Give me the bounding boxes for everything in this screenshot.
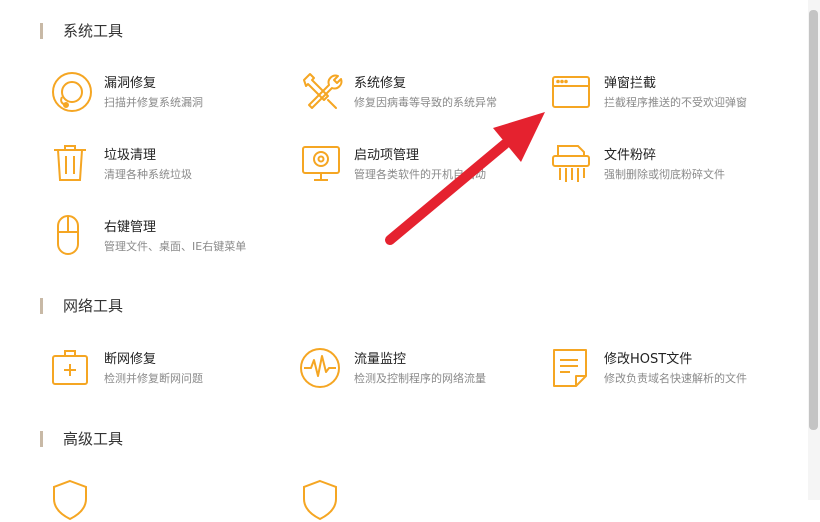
tool-desc: 修复因病毒等导致的系统异常: [354, 96, 497, 109]
tool-desc: 清理各种系统垃圾: [104, 168, 192, 181]
shield-icon: [53, 479, 87, 521]
tool-context-menu[interactable]: 右键管理 管理文件、桌面、IE右键菜单: [50, 214, 290, 258]
tool-name: 漏洞修复: [104, 76, 157, 91]
tool-name: 启动项管理: [354, 148, 420, 163]
tool-name: 右键管理: [104, 220, 157, 235]
tool-desc: 扫描并修复系统漏洞: [104, 96, 203, 109]
section-title-advanced-tools: 高级工具: [40, 429, 123, 449]
tool-name: 垃圾清理: [104, 148, 157, 163]
tool-host-file[interactable]: 修改HOST文件 修改负责域名快速解析的文件: [550, 346, 790, 390]
tool-vulnerability-fix[interactable]: 漏洞修复 扫描并修复系统漏洞: [50, 70, 290, 114]
trash-icon: [54, 145, 86, 181]
tool-desc: 检测及控制程序的网络流量: [354, 372, 486, 385]
tool-desc: 管理文件、桌面、IE右键菜单: [104, 240, 247, 253]
tool-name: 系统修复: [354, 76, 407, 91]
tool-name: 修改HOST文件: [604, 352, 693, 367]
vertical-scrollbar[interactable]: [808, 0, 820, 500]
tool-desc: 检测并修复断网问题: [104, 372, 203, 385]
first-aid-kit-icon: [52, 350, 88, 385]
tool-advanced-1[interactable]: [50, 478, 290, 522]
mouse-icon: [57, 215, 79, 255]
section-title-network-tools: 网络工具: [40, 296, 123, 316]
tool-desc: 管理各类软件的开机自启动: [354, 168, 486, 181]
section-title-system-tools: 系统工具: [40, 21, 123, 41]
tool-popup-block[interactable]: 弹窗拦截 拦截程序推送的不受欢迎弹窗: [550, 70, 790, 114]
tool-name: 断网修复: [104, 352, 157, 367]
document-icon: [553, 349, 587, 387]
shredder-icon: [552, 145, 590, 182]
wrench-screwdriver-icon: [303, 73, 343, 109]
tool-desc: 修改负责域名快速解析的文件: [604, 372, 747, 385]
tool-name: 文件粉碎: [604, 148, 657, 163]
tool-startup-manager[interactable]: 启动项管理 管理各类软件的开机自启动: [300, 142, 540, 186]
monitor-icon: [302, 146, 340, 181]
window-icon: [552, 76, 590, 108]
tool-network-repair[interactable]: 断网修复 检测并修复断网问题: [50, 346, 290, 390]
tool-name: 弹窗拦截: [604, 76, 657, 91]
tool-desc: 拦截程序推送的不受欢迎弹窗: [604, 96, 747, 109]
tool-advanced-2[interactable]: [300, 478, 540, 522]
lifebuoy-icon: [52, 72, 92, 112]
pulse-icon: [300, 348, 340, 388]
tool-desc: 强制删除或彻底粉碎文件: [604, 168, 725, 181]
shield-icon: [303, 479, 337, 521]
tool-file-shredder[interactable]: 文件粉碎 强制删除或彻底粉碎文件: [550, 142, 790, 186]
tool-junk-clean[interactable]: 垃圾清理 清理各种系统垃圾: [50, 142, 290, 186]
tool-name: 流量监控: [354, 352, 407, 367]
tool-traffic-monitor[interactable]: 流量监控 检测及控制程序的网络流量: [300, 346, 540, 390]
scrollbar-thumb[interactable]: [809, 10, 818, 430]
tool-system-repair[interactable]: 系统修复 修复因病毒等导致的系统异常: [300, 70, 540, 114]
